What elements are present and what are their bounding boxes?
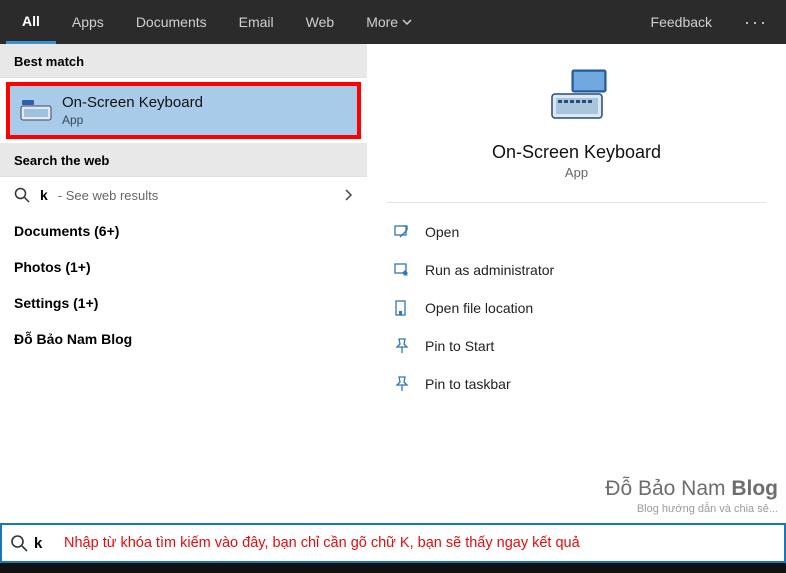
action-open-label: Open bbox=[425, 224, 459, 240]
search-icon bbox=[14, 187, 30, 203]
feedback-link[interactable]: Feedback bbox=[631, 0, 732, 44]
tab-more-label: More bbox=[366, 14, 398, 30]
folder-icon bbox=[393, 299, 411, 317]
taskbar-app-chrome[interactable] bbox=[258, 569, 286, 573]
chevron-down-icon bbox=[402, 17, 412, 27]
action-run-admin-label: Run as administrator bbox=[425, 262, 554, 278]
web-query-text: k bbox=[40, 187, 48, 203]
keyboard-app-icon bbox=[20, 99, 52, 123]
search-bar[interactable]: Nhập từ khóa tìm kiếm vào đây, bạn chỉ c… bbox=[0, 523, 786, 563]
taskbar-app-word[interactable]: W bbox=[552, 569, 580, 573]
action-run-admin[interactable]: Run as administrator bbox=[387, 251, 766, 289]
search-filter-tabs: All Apps Documents Email Web More Feedba… bbox=[0, 0, 786, 44]
search-web-header: Search the web bbox=[0, 143, 367, 177]
keyboard-large-icon bbox=[544, 68, 610, 126]
action-pin-taskbar[interactable]: Pin to taskbar bbox=[387, 365, 766, 403]
open-icon bbox=[393, 223, 411, 241]
best-match-subtitle: App bbox=[62, 113, 203, 127]
divider bbox=[387, 202, 766, 203]
taskbar-app-photoshop[interactable]: Ps bbox=[510, 569, 538, 573]
tab-more[interactable]: More bbox=[350, 0, 428, 44]
admin-icon bbox=[393, 261, 411, 279]
taskbar: A X Ps W bbox=[0, 563, 786, 573]
taskbar-app-firefox[interactable] bbox=[300, 569, 328, 573]
taskbar-app-explorer[interactable] bbox=[216, 569, 244, 573]
category-other[interactable]: Đỗ Bảo Nam Blog bbox=[0, 321, 367, 357]
action-open-location-label: Open file location bbox=[425, 300, 533, 316]
taskbar-app-coreldraw[interactable] bbox=[468, 569, 496, 573]
action-pin-start[interactable]: Pin to Start bbox=[387, 327, 766, 365]
preview-subtitle: App bbox=[565, 165, 588, 180]
tab-web[interactable]: Web bbox=[290, 0, 351, 44]
tab-apps[interactable]: Apps bbox=[56, 0, 120, 44]
action-pin-taskbar-label: Pin to taskbar bbox=[425, 376, 511, 392]
watermark-sub: Blog hướng dẫn và chia sẻ... bbox=[605, 503, 778, 515]
taskbar-app-edge[interactable] bbox=[174, 569, 202, 573]
action-open[interactable]: Open bbox=[387, 213, 766, 251]
category-documents[interactable]: Documents (6+) bbox=[0, 213, 367, 249]
category-settings[interactable]: Settings (1+) bbox=[0, 285, 367, 321]
search-icon bbox=[10, 534, 28, 552]
watermark: Đỗ Bảo Nam Blog Blog hướng dẫn và chia s… bbox=[605, 477, 778, 515]
search-input[interactable] bbox=[34, 535, 58, 552]
web-search-result[interactable]: k - See web results bbox=[0, 177, 367, 213]
chevron-right-icon bbox=[343, 188, 353, 202]
category-photos[interactable]: Photos (1+) bbox=[0, 249, 367, 285]
taskbar-app-excel[interactable]: X bbox=[426, 569, 454, 573]
tab-all[interactable]: All bbox=[6, 0, 56, 44]
tab-email[interactable]: Email bbox=[223, 0, 290, 44]
annotation-hint: Nhập từ khóa tìm kiếm vào đây, bạn chỉ c… bbox=[64, 535, 580, 551]
best-match-result[interactable]: On-Screen Keyboard App bbox=[6, 82, 361, 139]
watermark-text: Đỗ Bảo Nam bbox=[605, 477, 731, 500]
preview-title: On-Screen Keyboard bbox=[492, 142, 661, 163]
best-match-header: Best match bbox=[0, 44, 367, 78]
watermark-bold: Blog bbox=[731, 477, 778, 500]
action-pin-start-label: Pin to Start bbox=[425, 338, 494, 354]
preview-pane: On-Screen Keyboard App Open Run as admin… bbox=[367, 44, 786, 523]
action-open-location[interactable]: Open file location bbox=[387, 289, 766, 327]
taskbar-app-access[interactable]: A bbox=[384, 569, 412, 573]
taskbar-app-calculator[interactable] bbox=[342, 569, 370, 573]
pin-start-icon bbox=[393, 337, 411, 355]
web-query-hint: - See web results bbox=[58, 188, 158, 203]
best-match-title: On-Screen Keyboard bbox=[62, 94, 203, 111]
more-options-button[interactable]: ··· bbox=[732, 0, 780, 44]
pin-taskbar-icon bbox=[393, 375, 411, 393]
results-pane: Best match On-Screen Keyboard App Search… bbox=[0, 44, 367, 523]
tab-documents[interactable]: Documents bbox=[120, 0, 223, 44]
